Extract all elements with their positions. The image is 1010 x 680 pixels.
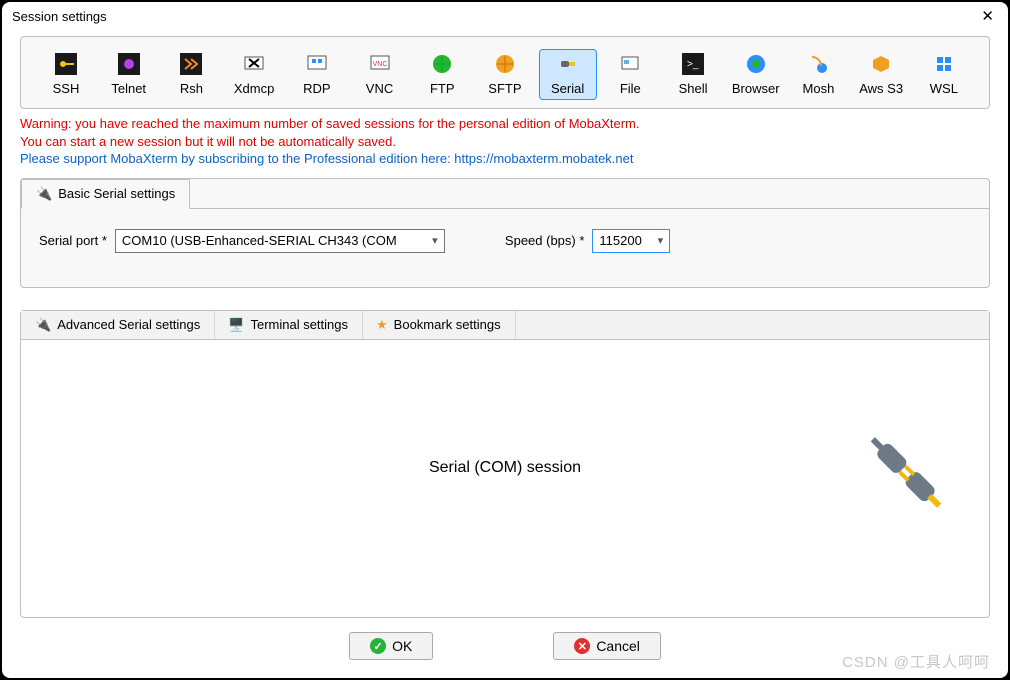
tab-terminal-settings[interactable]: 🖥️ Terminal settings [214,311,363,339]
advanced-tabset: 🔌 Advanced Serial settings 🖥️ Terminal s… [20,310,990,618]
type-label: File [620,81,641,96]
plug-large-icon [851,417,961,532]
shell-icon: >_ [682,53,704,75]
type-label: Shell [679,81,708,96]
wsl-icon [933,53,955,75]
type-label: Serial [551,81,584,96]
dialog-buttons: ✓ OK ✕ Cancel [20,618,990,664]
close-icon[interactable]: ✕ [977,7,998,25]
chevron-down-icon: ▾ [651,234,669,247]
cancel-label: Cancel [596,638,640,654]
type-label: Browser [732,81,780,96]
type-shell[interactable]: >_ Shell [664,49,722,100]
type-label: SFTP [488,81,521,96]
tab-bookmark-settings[interactable]: ★ Bookmark settings [362,311,516,339]
type-label: Xdmcp [234,81,274,96]
type-ftp[interactable]: FTP [413,49,471,100]
ok-button[interactable]: ✓ OK [349,632,433,660]
rdp-icon [306,53,328,75]
basic-settings-tabset: 🔌 Basic Serial settings Serial port * CO… [20,178,990,288]
type-label: Rsh [180,81,203,96]
rsh-icon [180,53,202,75]
type-serial[interactable]: Serial [539,49,597,100]
dialog-content: SSH Telnet Rsh Xdmcp RDP VNC VNC [2,30,1008,678]
type-rdp[interactable]: RDP [288,49,346,100]
support-link[interactable]: Please support MobaXterm by subscribing … [20,150,990,168]
tab-label: Advanced Serial settings [57,317,200,332]
xdmcp-icon [243,53,265,75]
speed-field: Speed (bps) * 115200 ▾ [505,229,671,253]
serial-small-icon: 🔌 [35,317,51,333]
type-label: FTP [430,81,455,96]
type-label: SSH [53,81,80,96]
serial-port-label: Serial port * [39,233,107,248]
type-label: RDP [303,81,330,96]
advanced-tab-body: Serial (COM) session [21,339,989,611]
type-label: Mosh [803,81,835,96]
window-title: Session settings [12,9,107,24]
chevron-down-icon: ▾ [426,234,444,247]
browser-icon [745,53,767,75]
cross-icon: ✕ [574,638,590,654]
serial-port-value: COM10 (USB-Enhanced-SERIAL CH343 (COM [122,233,426,248]
mosh-icon [807,53,829,75]
vnc-icon: VNC [369,53,391,75]
sftp-icon [494,53,516,75]
type-ssh[interactable]: SSH [37,49,95,100]
terminal-icon: 🖥️ [228,317,244,333]
warning-line1: Warning: you have reached the maximum nu… [20,115,990,133]
star-icon: ★ [376,317,388,333]
type-label: WSL [930,81,958,96]
warning-block: Warning: you have reached the maximum nu… [20,115,990,168]
type-browser[interactable]: Browser [727,49,785,100]
type-label: Telnet [111,81,146,96]
serial-icon [557,53,579,75]
basic-tab-body: Serial port * COM10 (USB-Enhanced-SERIAL… [21,208,989,287]
type-sftp[interactable]: SFTP [476,49,534,100]
type-aws-s3[interactable]: Aws S3 [852,49,910,100]
key-icon [55,53,77,75]
type-label: VNC [366,81,393,96]
tab-basic-serial[interactable]: 🔌 Basic Serial settings [21,179,190,209]
speed-label: Speed (bps) * [505,233,585,248]
tab-label: Basic Serial settings [58,186,175,201]
speed-combo[interactable]: 115200 ▾ [592,229,670,253]
type-vnc[interactable]: VNC VNC [351,49,409,100]
aws-icon [870,53,892,75]
serial-port-field: Serial port * COM10 (USB-Enhanced-SERIAL… [39,229,445,253]
svg-text:VNC: VNC [372,61,387,68]
type-file[interactable]: File [601,49,659,100]
type-rsh[interactable]: Rsh [162,49,220,100]
tab-label: Bookmark settings [394,317,501,332]
telnet-icon [118,53,140,75]
serial-port-combo[interactable]: COM10 (USB-Enhanced-SERIAL CH343 (COM ▾ [115,229,445,253]
tab-advanced-serial[interactable]: 🔌 Advanced Serial settings [21,311,215,339]
type-wsl[interactable]: WSL [915,49,973,100]
svg-text:>_: >_ [687,59,699,70]
cancel-button[interactable]: ✕ Cancel [553,632,661,660]
titlebar: Session settings ✕ [2,2,1008,30]
type-mosh[interactable]: Mosh [789,49,847,100]
ftp-icon [431,53,453,75]
type-xdmcp[interactable]: Xdmcp [225,49,283,100]
speed-value: 115200 [599,233,651,248]
type-label: Aws S3 [859,81,903,96]
session-type-title: Serial (COM) session [429,459,581,477]
type-telnet[interactable]: Telnet [100,49,158,100]
session-type-bar: SSH Telnet Rsh Xdmcp RDP VNC VNC [20,36,990,109]
serial-small-icon: 🔌 [36,186,52,202]
ok-label: OK [392,638,412,654]
check-icon: ✓ [370,638,386,654]
warning-line2: You can start a new session but it will … [20,133,990,151]
tab-label: Terminal settings [250,317,348,332]
file-icon [619,53,641,75]
session-settings-dialog: Session settings ✕ SSH Telnet Rsh Xdmcp [0,0,1010,680]
